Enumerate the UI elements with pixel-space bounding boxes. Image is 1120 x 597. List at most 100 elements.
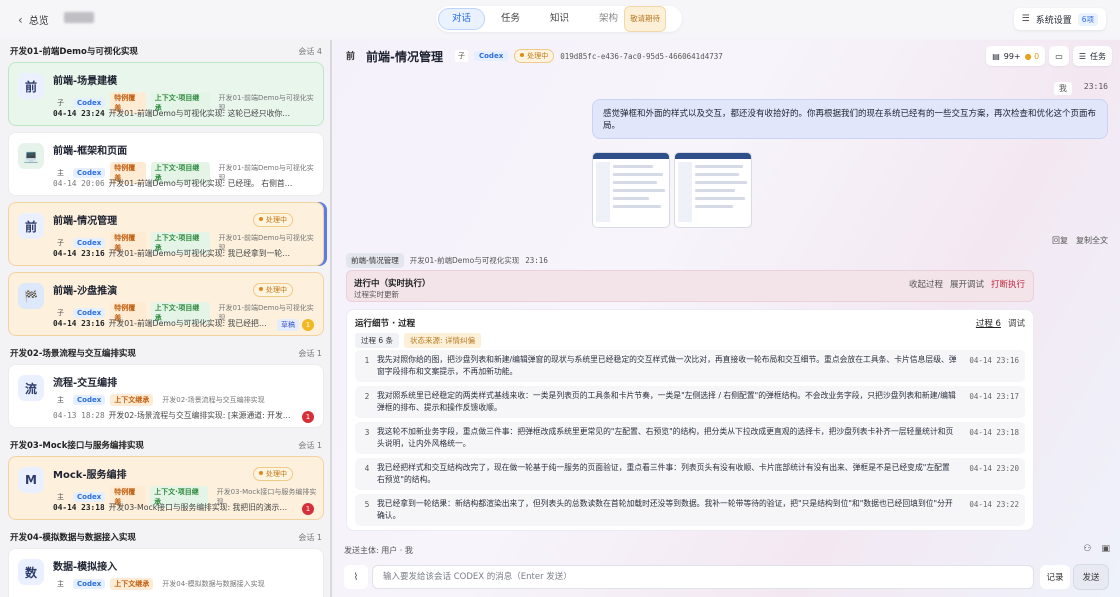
session-card[interactable]: 前 前端-场景建模 子 Codex 特例覆盖 上下文·项目继承 开发01-前端D… xyxy=(8,62,324,126)
process-step: 2 我对照系统里已经稳定的两类样式基线来收：一类是列表页的工具条和卡片节奏，一类… xyxy=(355,386,1025,418)
session-card[interactable]: 数 数据-模拟接入 主 Codex 上下文继承 开发04-模拟数据与数据接入实现 xyxy=(8,548,324,597)
message-actions: 回复 复制全文 xyxy=(1052,235,1108,246)
process-step: 4 我已经把样式和交互结构改完了，现在做一轮基于纯一服务的页面验证，重点看三件事… xyxy=(355,458,1025,490)
sender-label: 我 xyxy=(1053,82,1072,95)
comment-button[interactable]: ▭ xyxy=(1049,46,1069,66)
tab-tasks[interactable]: 任务 xyxy=(487,8,534,30)
role-tag: 主 xyxy=(57,580,64,588)
tasks-button[interactable]: ☰ 任务 xyxy=(1072,46,1112,66)
users-icon[interactable]: ⚇ xyxy=(1083,544,1091,554)
context-tag: 上下文继承 xyxy=(110,578,154,590)
filter-icon: ☰ xyxy=(1021,14,1030,24)
process-count: 过程 6 条 xyxy=(355,333,400,348)
group-header[interactable]: 开发04-模拟数据与数据接入实现 会话 1 xyxy=(0,526,332,548)
session-preview: 04-14 23:18 开发03-Mock接口与服务编排实现: 我把旧的演示型连… xyxy=(53,503,293,512)
composer-icons: ⚇ ▣ xyxy=(1083,544,1110,554)
agent-tag: Codex xyxy=(73,579,106,589)
chat-title: 前端-情况管理 xyxy=(366,49,443,64)
tab-knowledge[interactable]: 知识 xyxy=(536,8,583,30)
live-execution-panel: 进行中（实时执行） 过程实时更新 收起过程 展开调试 打断执行 xyxy=(346,270,1034,302)
session-avatar: 前 xyxy=(18,73,44,99)
message-input[interactable] xyxy=(372,565,1034,589)
tab-debug[interactable]: 调试 xyxy=(1008,317,1025,329)
agent-tag: Codex xyxy=(473,51,509,61)
tab-dialog[interactable]: 对话 xyxy=(438,8,486,30)
session-card[interactable]: 🏁 前端-沙盘推演 处理中 子 Codex 特例覆盖 上下文·项目继承 开发01… xyxy=(8,272,324,336)
session-title: 前端-场景建模 xyxy=(53,76,118,87)
attachment-thumbnail[interactable] xyxy=(592,152,670,228)
collapse-process-button[interactable]: 收起过程 xyxy=(909,278,943,290)
agent-tag: Codex xyxy=(73,168,106,178)
session-preview: 04-14 23:16开发01-前端Demo与可视化实现: 我已经拿到一轮结果:… xyxy=(53,249,293,258)
session-preview: 04-14 20:06开发01-前端Demo与可视化实现: 已经理。 右侧首张沙… xyxy=(53,179,293,188)
header-actions: ▤ 99+ ● 0 ▭ ☰ 任务 xyxy=(986,46,1112,66)
session-title: 流程-交互编排 xyxy=(53,378,118,389)
status-badge: 处理中 xyxy=(253,213,293,227)
agent-tag: Codex xyxy=(73,238,106,248)
copy-all-button[interactable]: 复制全文 xyxy=(1076,235,1108,246)
paperclip-icon: ⌇ xyxy=(353,571,359,583)
role-tag: 主 xyxy=(57,396,64,404)
unread-badge: 1 xyxy=(302,503,314,515)
run-details-panel: 运行细节 · 过程 过程 6 调试 过程 6 条 状态来源: 详情纠偏 1 我先… xyxy=(346,309,1034,531)
session-chip: 前端-情况管理 xyxy=(346,253,404,268)
unread-badge: 1 xyxy=(302,411,314,423)
interrupt-button[interactable]: 打断执行 xyxy=(991,278,1025,290)
tab-architecture[interactable]: 架构 敬请期待 xyxy=(585,6,680,32)
main-nav: 对话 任务 知识 架构 敬请期待 xyxy=(436,6,683,32)
status-badge: 处理中 xyxy=(253,467,293,481)
expand-debug-button[interactable]: 展开调试 xyxy=(950,278,984,290)
session-avatar: 数 xyxy=(18,559,44,585)
workspace-name-blurred xyxy=(64,12,94,23)
group-header[interactable]: 开发02-场景流程与交互编排实现 会话 1 xyxy=(0,342,332,364)
attachment-thumbnail[interactable] xyxy=(674,152,752,228)
agent-tag: Codex xyxy=(73,492,106,502)
session-title: Mock-服务编排 xyxy=(53,470,127,481)
details-title: 运行细节 · 过程 xyxy=(355,319,416,329)
system-settings-button[interactable]: ☰ 系统设置 6项 xyxy=(1013,8,1106,30)
sandbox-icon: 🏁 xyxy=(18,283,44,309)
group-header[interactable]: 开发03-Mock接口与服务编排实现 会话 1 xyxy=(0,434,332,456)
session-card-selected[interactable]: 前 前端-情况管理 处理中 子 Codex 特例覆盖 上下文·项目继承 开发01… xyxy=(8,202,324,266)
log-button[interactable]: 记录 xyxy=(1040,565,1070,589)
path-tag: 开发04-模拟数据与数据接入实现 xyxy=(162,580,265,588)
live-title: 进行中（实时执行） xyxy=(354,279,431,289)
monitor-icon: 💻 xyxy=(18,143,44,169)
coming-soon-badge: 敬请期待 xyxy=(624,6,667,32)
session-preview: 04-13 18:28 开发02-场景流程与交互编排实现: [来源通道: 开发02… xyxy=(53,411,293,420)
top-bar: ‹ 总览 对话 任务 知识 架构 敬请期待 ☰ 系统设置 6项 xyxy=(0,0,1120,38)
attach-button[interactable]: ⌇ xyxy=(344,565,368,589)
process-step: 1 我先对照你给的图，把沙盘列表和新建/编辑弹窗的现状与系统里已经稳定的交互样式… xyxy=(355,350,1025,382)
session-title: 前端-框架和页面 xyxy=(53,146,128,157)
message-count-button[interactable]: ▤ 99+ ● 0 xyxy=(986,46,1046,66)
agent-tag: Codex xyxy=(73,98,106,108)
session-preview: 04-14 23:24开发01-前端Demo与可视化实现: 这轮已经只收你说的这… xyxy=(53,109,293,118)
session-title: 前端-沙盘推演 xyxy=(53,286,118,297)
back-button[interactable]: ‹ 总览 xyxy=(18,12,49,28)
trace-path: 开发01-前端Demo与可视化实现 xyxy=(409,256,520,265)
status-badge: 处理中 xyxy=(514,49,555,63)
sidebar-resize-handle[interactable] xyxy=(330,40,332,597)
session-card[interactable]: 流 流程-交互编排 主 Codex 上下文继承 开发02-场景流程与交互编排实现… xyxy=(8,364,324,428)
group-header[interactable]: 开发01-前端Demo与可视化实现 会话 4 xyxy=(0,40,332,62)
trace-header: 前端-情况管理 开发01-前端Demo与可视化实现 23:16 xyxy=(346,253,548,268)
agent-tag: Codex xyxy=(73,395,106,405)
session-title: 前端-情况管理 xyxy=(53,216,118,227)
session-title: 数据-模拟接入 xyxy=(53,562,118,573)
role-tag: 子 xyxy=(454,50,468,62)
session-card[interactable]: M Mock-服务编排 处理中 主 Codex 特例覆盖 上下文·项目继承 开发… xyxy=(8,456,324,520)
status-source-badge: 状态来源: 详情纠偏 xyxy=(404,333,481,348)
send-button[interactable]: 发送 xyxy=(1074,565,1108,589)
reply-button[interactable]: 回复 xyxy=(1052,235,1068,246)
coin-count: ● 0 xyxy=(1024,51,1040,61)
path-tag: 开发02-场景流程与交互编排实现 xyxy=(162,396,265,404)
back-label: 总览 xyxy=(28,16,49,27)
settings-count-badge: 6项 xyxy=(1077,12,1098,26)
chevron-left-icon: ‹ xyxy=(18,12,23,27)
session-id: 019d85fc-e436-7ac0-95d5-4660641d4737 xyxy=(560,51,723,61)
settings-icon[interactable]: ▣ xyxy=(1101,544,1110,554)
document-icon: ▤ xyxy=(992,51,1000,61)
session-card[interactable]: 💻 前端-框架和页面 主 Codex 特例覆盖 上下文·项目继承 开发01-前端… xyxy=(8,132,324,196)
composer: ⌇ 记录 发送 xyxy=(344,565,1110,591)
tab-process[interactable]: 过程 6 xyxy=(976,317,1001,329)
